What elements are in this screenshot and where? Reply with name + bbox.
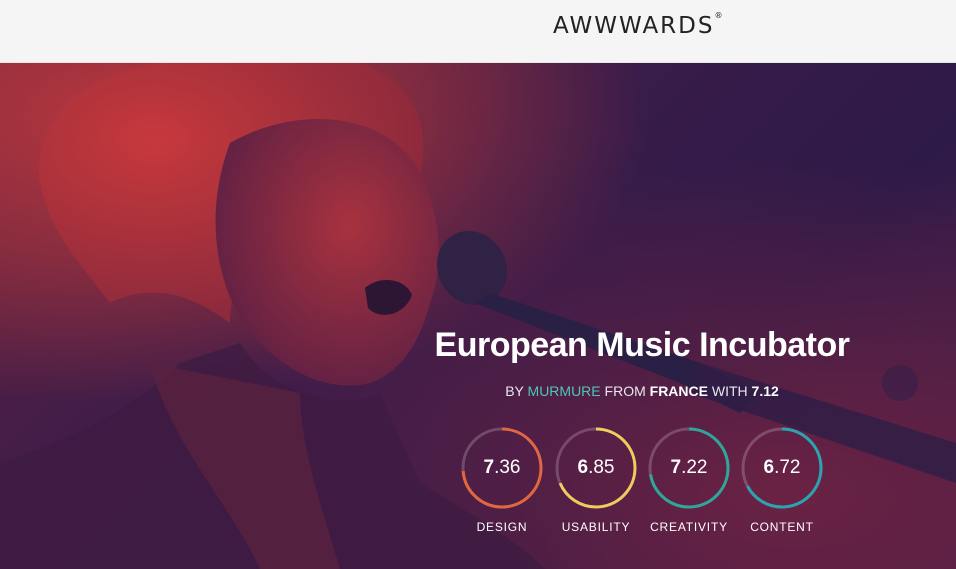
content-ring: 6.72 bbox=[740, 426, 824, 510]
design-ring: 7.36 bbox=[460, 426, 544, 510]
usability-ring: 6.85 bbox=[554, 426, 638, 510]
score-creativity: 7.22 CREATIVITY bbox=[645, 426, 733, 534]
score-content: 6.72 CONTENT bbox=[738, 426, 826, 534]
design-score: 7.36 bbox=[483, 457, 521, 478]
creativity-label: CREATIVITY bbox=[650, 520, 728, 534]
score-usability: 6.85 USABILITY bbox=[552, 426, 640, 534]
creativity-ring: 7.22 bbox=[647, 426, 731, 510]
usability-label: USABILITY bbox=[561, 520, 631, 534]
design-label: DESIGN bbox=[476, 520, 528, 534]
score-rings: 7.36 DESIGN 6.85 USABILITY 7.22 CREATIVI… bbox=[0, 63, 956, 569]
content-score: 6.72 bbox=[763, 457, 801, 478]
creativity-score: 7.22 bbox=[670, 457, 708, 478]
content-label: CONTENT bbox=[750, 520, 814, 534]
usability-score: 6.85 bbox=[577, 457, 615, 478]
awwwards-logo[interactable]: AWWWARDS® bbox=[553, 11, 723, 39]
hero-banner[interactable]: European Music Incubator BY MURMURE FROM… bbox=[0, 63, 956, 569]
top-bar: AWWWARDS® bbox=[0, 0, 956, 63]
logo-text: AWWWARDS bbox=[553, 13, 715, 39]
score-design: 7.36 DESIGN bbox=[458, 426, 546, 534]
registered-mark: ® bbox=[714, 11, 723, 20]
